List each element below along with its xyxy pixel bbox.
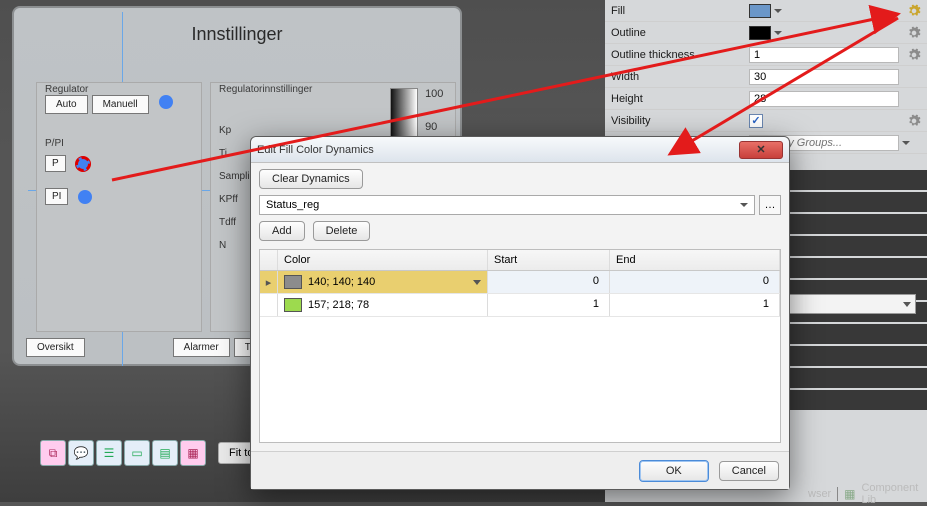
chevron-down-icon[interactable] <box>473 280 481 285</box>
status-footer: wser ▦ Component Lib <box>808 482 927 506</box>
row-end-value[interactable]: 0 <box>610 271 780 293</box>
row-color-swatch[interactable] <box>284 298 302 312</box>
chevron-down-icon[interactable] <box>774 9 782 13</box>
col-header-end[interactable]: End <box>610 250 780 270</box>
regulator-group: Regulator Auto Manuell P/PI P PI <box>36 82 202 332</box>
close-icon: ✕ <box>756 143 765 156</box>
ok-button[interactable]: OK <box>639 460 709 482</box>
width-input[interactable] <box>749 69 899 85</box>
chevron-down-icon <box>740 203 748 207</box>
browse-tag-button[interactable]: … <box>759 195 781 215</box>
prop-row-height: Height <box>605 88 927 110</box>
gear-icon[interactable] <box>907 114 921 128</box>
row-color-swatch[interactable] <box>284 275 302 289</box>
outline-color-swatch[interactable] <box>749 26 771 40</box>
pi-button[interactable]: PI <box>45 188 68 205</box>
alarmer-button[interactable]: Alarmer <box>173 338 230 357</box>
prop-row-width: Width <box>605 66 927 88</box>
row-indicator-icon: ▸ <box>260 271 278 293</box>
row-start-value[interactable]: 0 <box>488 271 610 293</box>
prop-row-visibility: Visibility ✓ <box>605 110 927 132</box>
panel-dropdown[interactable] <box>788 294 916 314</box>
chevron-down-icon[interactable] <box>902 141 910 145</box>
gear-icon[interactable] <box>907 4 921 18</box>
fill-color-swatch[interactable] <box>749 4 771 18</box>
auto-button[interactable]: Auto <box>45 95 88 114</box>
p-button[interactable]: P <box>45 155 66 172</box>
tool-icon[interactable]: ▤ <box>152 440 178 466</box>
visibility-checkbox[interactable]: ✓ <box>749 114 763 128</box>
card-footer-tabs: Oversikt Alarmer Tre <box>26 338 270 357</box>
row-start-value[interactable]: 1 <box>488 294 610 316</box>
col-header-color[interactable]: Color <box>278 250 488 270</box>
grid-row[interactable]: 157; 218; 78 1 1 <box>260 294 780 317</box>
delete-button[interactable]: Delete <box>313 221 371 241</box>
clear-dynamics-button[interactable]: Clear Dynamics <box>259 169 363 189</box>
grid-row[interactable]: ▸ 140; 140; 140 0 0 <box>260 271 780 294</box>
prop-row-outline-thickness: Outline thickness <box>605 44 927 66</box>
chevron-down-icon <box>903 302 911 307</box>
tag-select[interactable]: Status_reg <box>259 195 755 215</box>
prop-label: Outline thickness <box>611 49 749 61</box>
prop-row-outline: Outline <box>605 22 927 44</box>
cancel-button[interactable]: Cancel <box>719 461 779 481</box>
dialog-footer: OK Cancel <box>251 451 789 489</box>
dock-toolbar: ⧉ 💬 ☰ ▭ ▤ ▦ Fit to <box>40 440 264 466</box>
prop-label: Outline <box>611 27 749 39</box>
panel-title: Innstillinger <box>22 24 452 45</box>
prop-label: Visibility <box>611 115 749 127</box>
selected-status-dot[interactable] <box>76 157 90 171</box>
grid-header: Color Start End <box>260 250 780 271</box>
row-end-value[interactable]: 1 <box>610 294 780 316</box>
oversikt-button[interactable]: Oversikt <box>26 338 85 357</box>
prop-label: Height <box>611 93 749 105</box>
component-library-icon[interactable]: ▦ <box>844 487 855 501</box>
tool-icon[interactable]: ☰ <box>96 440 122 466</box>
tag-select-value: Status_reg <box>266 199 319 211</box>
tool-icon[interactable]: ▭ <box>124 440 150 466</box>
status-dot[interactable] <box>78 190 92 204</box>
dialog-title: Edit Fill Color Dynamics <box>257 144 374 156</box>
component-library-label[interactable]: Component Lib <box>861 482 927 506</box>
scale-tick: 100 <box>425 88 443 121</box>
dynamics-grid: Color Start End ▸ 140; 140; 140 0 0 157;… <box>259 249 781 443</box>
row-color-label: 157; 218; 78 <box>308 299 369 311</box>
prop-row-fill: Fill <box>605 0 927 22</box>
status-dot[interactable] <box>159 95 173 109</box>
group-label: Regulatorinnstillinger <box>211 78 320 101</box>
close-button[interactable]: ✕ <box>739 141 783 159</box>
height-input[interactable] <box>749 91 899 107</box>
tool-icon[interactable]: ⧉ <box>40 440 66 466</box>
prop-label: Width <box>611 71 749 83</box>
gear-icon[interactable] <box>907 48 921 62</box>
edit-fill-color-dynamics-dialog: Edit Fill Color Dynamics ✕ Clear Dynamic… <box>250 136 790 490</box>
status-wser: wser <box>808 488 831 500</box>
dialog-titlebar[interactable]: Edit Fill Color Dynamics ✕ <box>251 137 789 163</box>
manuell-button[interactable]: Manuell <box>92 95 149 114</box>
ppi-label: P/PI <box>37 132 201 155</box>
tool-icon[interactable]: ▦ <box>180 440 206 466</box>
gear-icon[interactable] <box>907 26 921 40</box>
outline-thickness-input[interactable] <box>749 47 899 63</box>
add-button[interactable]: Add <box>259 221 305 241</box>
row-color-label: 140; 140; 140 <box>308 276 375 288</box>
tool-icon[interactable]: 💬 <box>68 440 94 466</box>
prop-label: Fill <box>611 5 749 17</box>
chevron-down-icon[interactable] <box>774 31 782 35</box>
col-header-start[interactable]: Start <box>488 250 610 270</box>
